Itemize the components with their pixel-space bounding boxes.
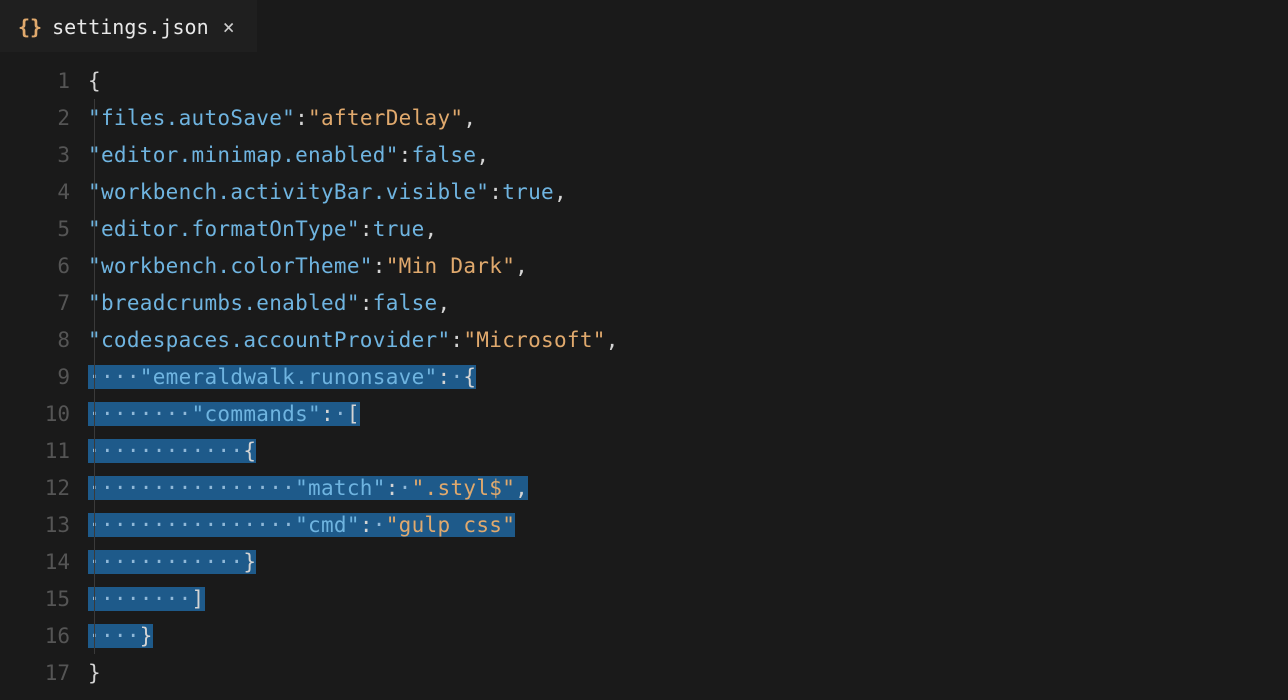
close-icon[interactable]: × (219, 15, 239, 39)
tab-settings-json[interactable]: {} settings.json × (0, 0, 257, 52)
line-number: 15 (0, 587, 88, 611)
code-line: 14 ············} (0, 543, 1288, 580)
code-line: 6 "workbench.colorTheme": "Min Dark", (0, 247, 1288, 284)
code-line: 11 ············{ (0, 432, 1288, 469)
line-number: 8 (0, 328, 88, 352)
line-number: 14 (0, 550, 88, 574)
code-line: 2 "files.autoSave": "afterDelay", (0, 99, 1288, 136)
code-line: 16 ····} (0, 617, 1288, 654)
line-number: 13 (0, 513, 88, 537)
code-line: 12 ················"match":·".styl$", (0, 469, 1288, 506)
code-line: 5 "editor.formatOnType": true, (0, 210, 1288, 247)
code-line: 10 ········"commands":·[ (0, 395, 1288, 432)
code-line: 9 ····"emeraldwalk.runonsave":·{ (0, 358, 1288, 395)
json-icon: {} (18, 15, 42, 39)
code-editor[interactable]: 1 { 2 "files.autoSave": "afterDelay", 3 … (0, 52, 1288, 691)
tab-label: settings.json (52, 15, 209, 39)
code-line: 3 "editor.minimap.enabled": false, (0, 136, 1288, 173)
line-number: 1 (0, 69, 88, 93)
code-line: 4 "workbench.activityBar.visible": true, (0, 173, 1288, 210)
line-number: 17 (0, 661, 88, 685)
code-line: 1 { (0, 62, 1288, 99)
tab-bar: {} settings.json × (0, 0, 1288, 52)
line-number: 12 (0, 476, 88, 500)
line-number: 3 (0, 143, 88, 167)
line-number: 6 (0, 254, 88, 278)
line-number: 4 (0, 180, 88, 204)
line-number: 9 (0, 365, 88, 389)
code-line: 17 } (0, 654, 1288, 691)
code-line: 8 "codespaces.accountProvider": "Microso… (0, 321, 1288, 358)
line-number: 2 (0, 106, 88, 130)
line-number: 7 (0, 291, 88, 315)
code-line: 7 "breadcrumbs.enabled": false, (0, 284, 1288, 321)
line-number: 10 (0, 402, 88, 426)
code-line: 15 ········] (0, 580, 1288, 617)
line-number: 5 (0, 217, 88, 241)
code-line: 13 ················"cmd":·"gulp css" (0, 506, 1288, 543)
line-number: 11 (0, 439, 88, 463)
line-number: 16 (0, 624, 88, 648)
